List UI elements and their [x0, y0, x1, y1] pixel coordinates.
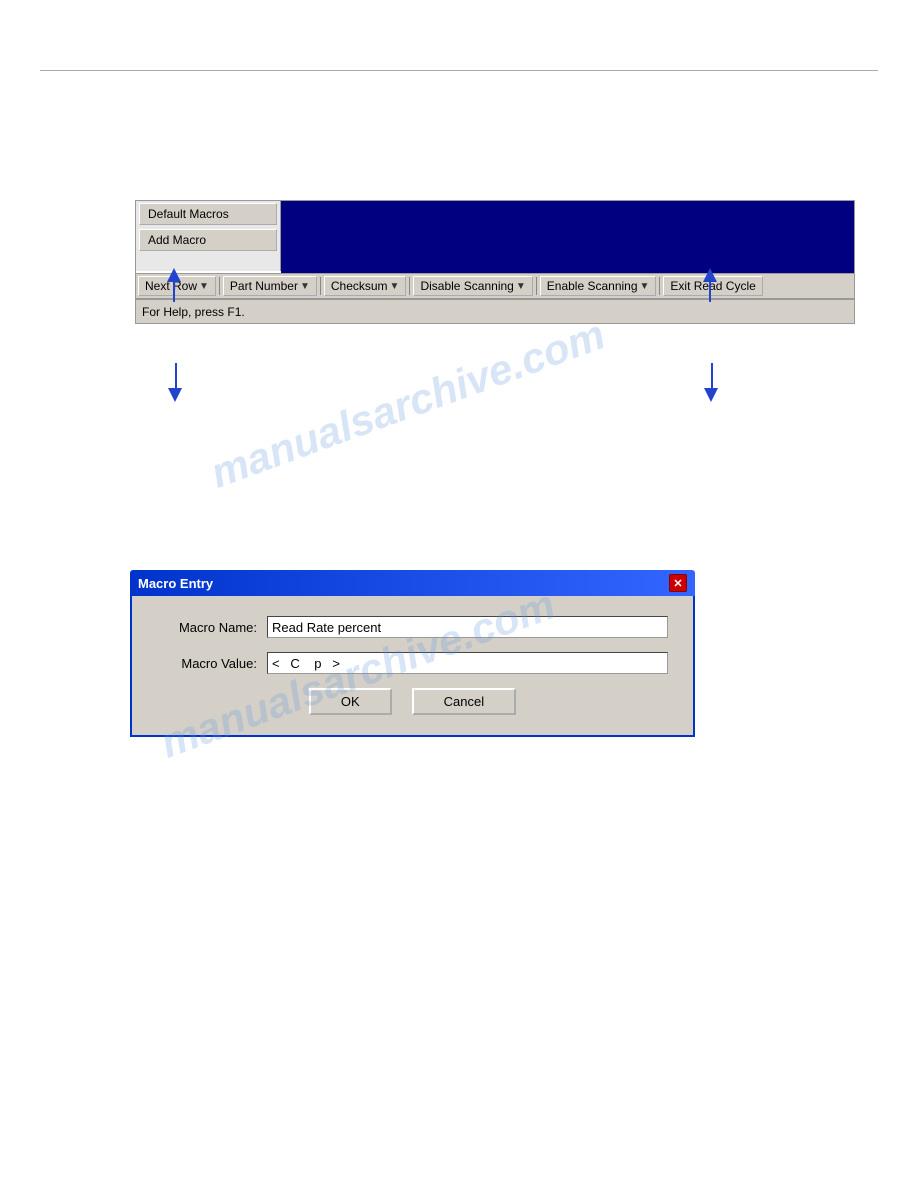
- macro-name-row: Macro Name:: [157, 616, 668, 638]
- separator-5: [659, 277, 660, 295]
- macro-value-row: Macro Value:: [157, 652, 668, 674]
- ok-button[interactable]: OK: [309, 688, 392, 715]
- enable-scanning-button[interactable]: Enable Scanning ▼: [540, 276, 657, 296]
- toolbar-panel: Default Macros Add Macro Next Row ▼ Part…: [135, 200, 855, 324]
- macro-name-input[interactable]: [267, 616, 668, 638]
- part-number-dropdown-arrow[interactable]: ▼: [300, 281, 310, 292]
- next-row-dropdown-arrow[interactable]: ▼: [199, 281, 209, 292]
- part-number-button[interactable]: Part Number ▼: [223, 276, 317, 296]
- dialog-titlebar: Macro Entry ✕: [130, 570, 695, 596]
- next-row-down-arrow: [168, 388, 182, 402]
- macro-value-label: Macro Value:: [157, 656, 257, 671]
- dialog-title: Macro Entry: [138, 576, 213, 591]
- menu-buttons-area: Default Macros Add Macro: [136, 201, 281, 271]
- macro-entry-dialog: Macro Entry ✕ Macro Name: Macro Value: O…: [130, 570, 695, 737]
- enable-scanning-down-line: [711, 363, 713, 391]
- dialog-close-button[interactable]: ✕: [669, 574, 687, 592]
- watermark-1: manualsarchive.com: [204, 310, 611, 497]
- toolbar-row: Next Row ▼ Part Number ▼ Checksum ▼ Disa…: [136, 273, 854, 299]
- dark-blue-area: [281, 201, 854, 273]
- disable-scanning-label: Disable Scanning: [420, 279, 513, 293]
- status-text: For Help, press F1.: [142, 305, 245, 319]
- checksum-button[interactable]: Checksum ▼: [324, 276, 407, 296]
- separator-2: [320, 277, 321, 295]
- disable-scanning-dropdown-arrow[interactable]: ▼: [516, 281, 526, 292]
- enable-scanning-down-arrow: [704, 388, 718, 402]
- checksum-label: Checksum: [331, 279, 388, 293]
- separator-4: [536, 277, 537, 295]
- add-macro-button[interactable]: Add Macro: [139, 229, 277, 251]
- checksum-dropdown-arrow[interactable]: ▼: [390, 281, 400, 292]
- enable-scanning-arrow-head: [703, 268, 717, 282]
- next-row-arrow-line: [173, 282, 175, 302]
- part-number-label: Part Number: [230, 279, 298, 293]
- next-row-arrow-head: [167, 268, 181, 282]
- separator-3: [409, 277, 410, 295]
- top-divider: [40, 70, 878, 71]
- status-bar: For Help, press F1.: [136, 299, 854, 323]
- macro-value-input[interactable]: [267, 652, 668, 674]
- disable-scanning-button[interactable]: Disable Scanning ▼: [413, 276, 532, 296]
- enable-scanning-label: Enable Scanning: [547, 279, 638, 293]
- next-row-down-line: [175, 363, 177, 391]
- cancel-button[interactable]: Cancel: [412, 688, 516, 715]
- default-macros-button[interactable]: Default Macros: [139, 203, 277, 225]
- macro-name-label: Macro Name:: [157, 620, 257, 635]
- enable-scanning-dropdown-arrow[interactable]: ▼: [640, 281, 650, 292]
- enable-scanning-arrow-line: [709, 282, 711, 302]
- dialog-buttons: OK Cancel: [157, 688, 668, 715]
- separator-1: [219, 277, 220, 295]
- dialog-body: Macro Name: Macro Value: OK Cancel: [130, 596, 695, 737]
